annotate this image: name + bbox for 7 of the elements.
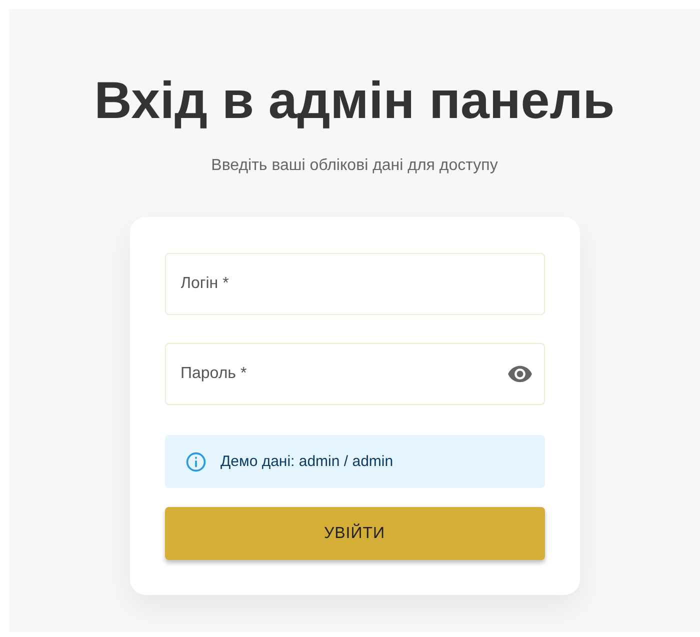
subtitle: Введіть ваші облікові дані для доступу (211, 157, 498, 175)
page-title: Вхід в адмін панель (94, 75, 615, 127)
login-button[interactable]: УВІЙТИ (164, 507, 544, 560)
password-field[interactable]: Пароль * (164, 343, 544, 405)
info-icon (184, 450, 206, 472)
login-field[interactable]: Логін * (164, 253, 544, 315)
info-text: Демо дані: admin / admin (220, 453, 394, 470)
